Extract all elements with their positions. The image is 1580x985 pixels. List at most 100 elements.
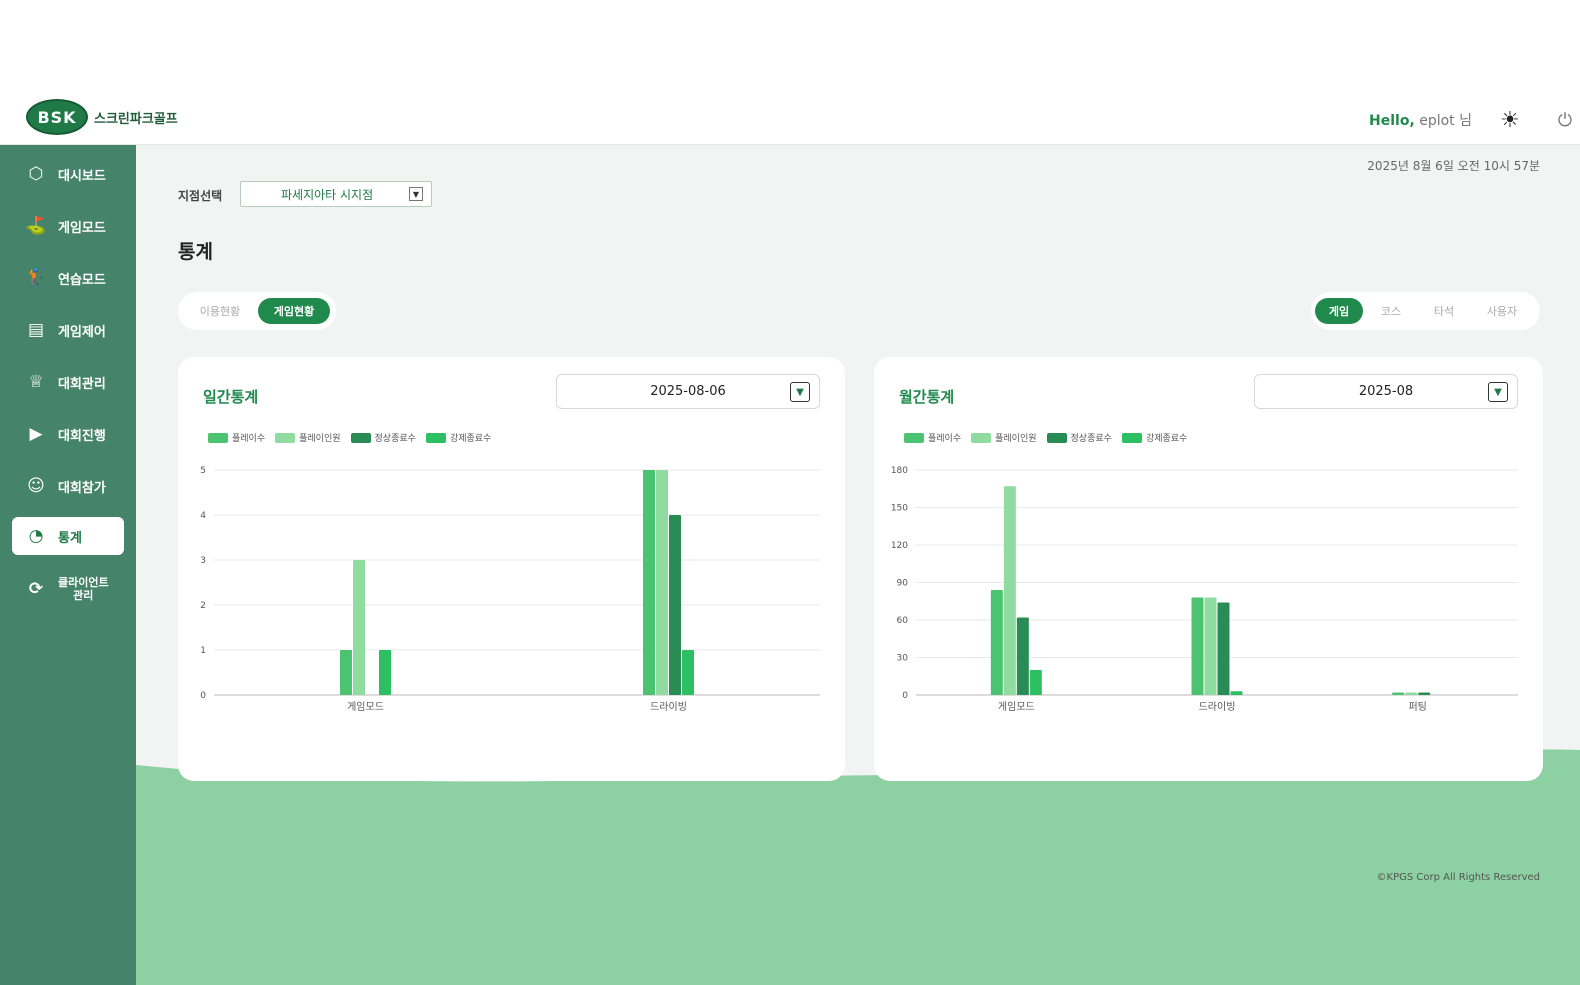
bar[interactable] bbox=[669, 515, 681, 695]
y-tick-label: 3 bbox=[200, 556, 206, 566]
legend-swatch bbox=[275, 432, 296, 443]
y-tick-label: 0 bbox=[902, 691, 908, 701]
legend-item[interactable]: 플레이인원 bbox=[971, 431, 1037, 444]
legend-swatch bbox=[1046, 432, 1067, 443]
daily-legend: 플레이수 플레이인원 정상종료수 강제종료수 bbox=[208, 431, 491, 444]
bar[interactable] bbox=[1418, 692, 1431, 696]
tab-right-tabs-1[interactable]: 코스 bbox=[1363, 298, 1419, 324]
branch-label: 지점선택 bbox=[178, 189, 223, 203]
sidebar-item-5[interactable]: ▶ 대회진행 bbox=[12, 415, 124, 453]
y-tick-label: 4 bbox=[200, 511, 206, 521]
bar[interactable] bbox=[353, 560, 365, 695]
daily-date-select[interactable]: 2025-08-06 ▼ bbox=[556, 374, 820, 409]
sidebar-item-6[interactable]: ☺ 대회참가 bbox=[12, 467, 124, 505]
y-tick-label: 60 bbox=[897, 616, 909, 626]
sidebar-item-7[interactable]: ◔ 통계 bbox=[12, 517, 124, 555]
y-tick-label: 0 bbox=[200, 691, 206, 701]
trophy-icon: ♕ bbox=[28, 372, 44, 392]
person-icon: ☺ bbox=[27, 476, 45, 496]
sidebar-item-1[interactable]: ⛳ 게임모드 bbox=[12, 207, 124, 245]
x-tick-label: 퍼팅 bbox=[1408, 701, 1426, 713]
sidebar-item-label: 게임모드 bbox=[58, 220, 106, 236]
x-tick-label: 드라이빙 bbox=[650, 701, 687, 713]
sun-icon[interactable]: ☀ bbox=[1495, 105, 1525, 135]
legend-item[interactable]: 강제종료수 bbox=[1121, 431, 1188, 444]
x-tick-label: 게임모드 bbox=[998, 700, 1035, 713]
legend-swatch bbox=[971, 432, 992, 443]
y-tick-label: 5 bbox=[200, 466, 206, 476]
copyright: ©KPGS Corp All Rights Reserved bbox=[1376, 872, 1540, 883]
bar[interactable] bbox=[1016, 617, 1029, 696]
legend-label: 강제종료수 bbox=[1145, 434, 1188, 444]
logo[interactable]: BSK 스크린파크골프 bbox=[26, 99, 178, 135]
tab-right-tabs-2[interactable]: 타석 bbox=[1419, 298, 1469, 324]
legend-item[interactable]: 정상종료수 bbox=[350, 431, 416, 444]
branch-select[interactable]: 파세지아타 시지점 ▼ bbox=[240, 181, 432, 207]
bar[interactable] bbox=[1204, 597, 1217, 696]
document-icon: ▤ bbox=[27, 320, 45, 340]
bar[interactable] bbox=[1405, 692, 1418, 696]
hello-label: Hello, bbox=[1369, 113, 1415, 129]
y-tick-label: 120 bbox=[891, 541, 908, 551]
daily-bar-chart: 0 1 2 3 4 5 게임모드 드라이빙 bbox=[200, 466, 820, 713]
tab-right-tabs-3[interactable]: 사용자 bbox=[1469, 298, 1535, 324]
cube-icon: ⬡ bbox=[28, 164, 44, 184]
monthly-date-select[interactable]: 2025-08 ▼ bbox=[1254, 374, 1518, 409]
tab-right-tabs-0[interactable]: 게임 bbox=[1315, 298, 1363, 324]
bar[interactable] bbox=[1230, 691, 1243, 695]
bar[interactable] bbox=[1003, 486, 1016, 695]
sidebar-item-3[interactable]: ▤ 게임제어 bbox=[12, 311, 124, 349]
legend-swatch bbox=[425, 432, 446, 443]
bar[interactable] bbox=[643, 470, 655, 695]
legend-item[interactable]: 강제종료수 bbox=[425, 431, 491, 444]
bar[interactable] bbox=[1392, 692, 1405, 696]
monthly-stats-title: 월간통계 bbox=[899, 388, 955, 406]
legend-item[interactable]: 플레이수 bbox=[904, 431, 961, 444]
sidebar-item-2[interactable]: 🏌 연습모드 bbox=[12, 259, 124, 297]
sidebar-item-0[interactable]: ⬡ 대시보드 bbox=[12, 155, 124, 193]
power-icon[interactable]: ⏻ bbox=[1550, 105, 1580, 135]
legend-swatch bbox=[350, 432, 371, 443]
sidebar: ⬡ 대시보드 ⛳ 게임모드 🏌 연습모드 ▤ 게임제어 ♕ 대회관리 ▶ 대회진행 ☺ 대회참가 ◔ 통계 ⟳ 클… bbox=[0, 145, 136, 985]
legend-label: 플레이인원 bbox=[299, 434, 341, 444]
sidebar-item-8[interactable]: ⟳ 클라이언트 관리 bbox=[12, 570, 124, 608]
legend-swatch bbox=[208, 432, 228, 443]
chevron-down-icon: ▼ bbox=[409, 187, 423, 201]
y-tick-label: 90 bbox=[897, 579, 909, 589]
daily-date-value: 2025-08-06 bbox=[650, 384, 726, 399]
bar[interactable] bbox=[656, 470, 668, 695]
daily-stats-card: 일간통계 2025-08-06 ▼ 플레이수 플레이인원 정상종료수 강제종료수 0 1… bbox=[178, 357, 845, 781]
page-title: 통계 bbox=[178, 241, 213, 263]
user-name: eplot 님 bbox=[1419, 113, 1472, 129]
logo-text: 스크린파크골프 bbox=[94, 111, 178, 127]
legend-item[interactable]: 정상종료수 bbox=[1046, 431, 1112, 444]
bar[interactable] bbox=[379, 650, 391, 695]
chevron-down-icon: ▼ bbox=[790, 382, 810, 402]
legend-swatch bbox=[904, 432, 924, 443]
bar[interactable] bbox=[1217, 602, 1230, 696]
y-tick-label: 180 bbox=[891, 466, 908, 476]
bar[interactable] bbox=[990, 590, 1003, 695]
current-datetime: 2025년 8월 6일 오전 10시 57분 bbox=[1367, 159, 1540, 173]
chevron-down-icon: ▼ bbox=[1488, 382, 1508, 402]
sidebar-item-label: 연습모드 bbox=[58, 272, 106, 288]
chart-icon: ◔ bbox=[28, 526, 44, 546]
branch-value: 파세지아타 시지점 bbox=[281, 187, 374, 202]
legend-item[interactable]: 플레이인원 bbox=[275, 431, 341, 444]
refresh-icon: ⟳ bbox=[28, 579, 44, 599]
legend-swatch bbox=[1121, 432, 1142, 443]
daily-stats-title: 일간통계 bbox=[203, 388, 259, 406]
bar[interactable] bbox=[340, 650, 352, 695]
bar[interactable] bbox=[682, 650, 694, 695]
legend-item[interactable]: 플레이수 bbox=[208, 431, 265, 444]
x-tick-label: 게임모드 bbox=[347, 700, 384, 713]
tab-left-tabs-0[interactable]: 이용현황 bbox=[182, 298, 258, 324]
legend-label: 플레이인원 bbox=[995, 434, 1037, 444]
sidebar-item-4[interactable]: ♕ 대회관리 bbox=[12, 363, 124, 401]
bar[interactable] bbox=[1191, 597, 1204, 696]
main-content: 2025년 8월 6일 오전 10시 57분 지점선택 파세지아타 시지점 ▼ … bbox=[136, 145, 1580, 985]
greeting: Hello, eplot 님 bbox=[1369, 110, 1472, 130]
tab-left-tabs-1[interactable]: 게임현황 bbox=[258, 298, 330, 324]
bar[interactable] bbox=[1029, 670, 1042, 695]
y-tick-label: 30 bbox=[897, 654, 909, 664]
